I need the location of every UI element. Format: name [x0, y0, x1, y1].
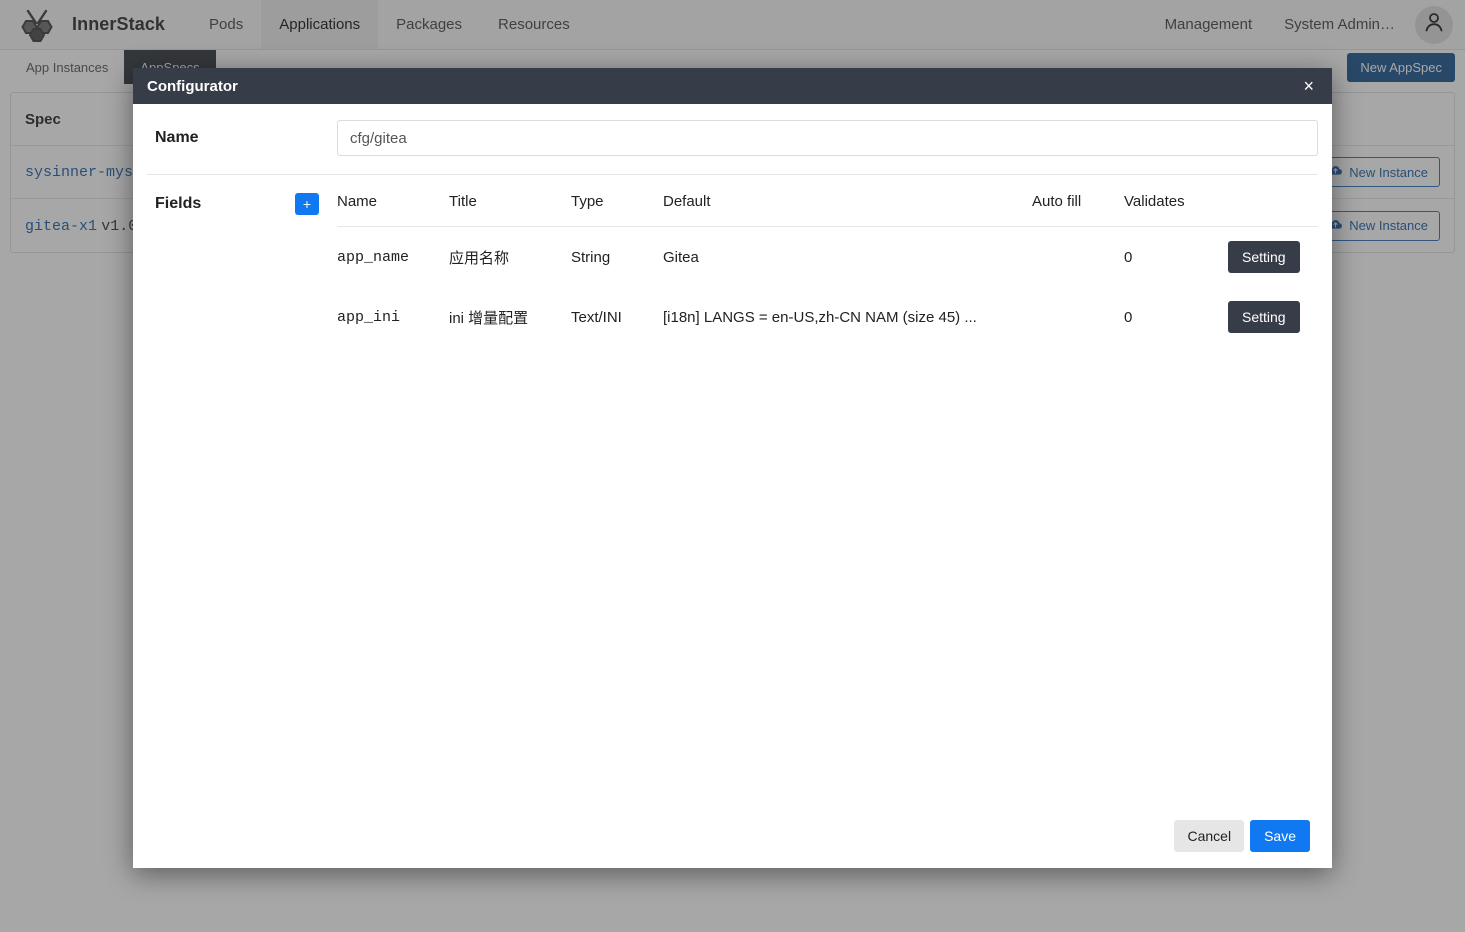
fields-section: Fields + Name Title Type Default Auto fi…	[147, 175, 1318, 347]
field-name: app_ini	[337, 308, 401, 326]
field-type: String	[571, 248, 611, 266]
column-header-name: Name	[337, 193, 449, 227]
fields-label-wrap: Fields +	[147, 193, 337, 215]
fields-table-body: app_name 应用名称 String Gitea 0 Setting app…	[337, 227, 1318, 348]
fields-table-head: Name Title Type Default Auto fill Valida…	[337, 193, 1318, 227]
column-header-type: Type	[571, 193, 663, 227]
name-input[interactable]	[337, 120, 1318, 156]
column-header-auto-fill: Auto fill	[1032, 193, 1124, 227]
field-default: Gitea	[663, 248, 699, 266]
field-auto-fill	[1032, 227, 1124, 288]
field-type: Text/INI	[571, 308, 622, 326]
table-row: app_name 应用名称 String Gitea 0 Setting	[337, 227, 1318, 288]
configurator-modal: Configurator × Name Fields + Name Title …	[133, 68, 1332, 868]
fields-table: Name Title Type Default Auto fill Valida…	[337, 193, 1318, 347]
add-field-button[interactable]: +	[295, 193, 319, 215]
save-button[interactable]: Save	[1250, 820, 1310, 852]
field-title: ini 增量配置	[449, 309, 529, 327]
field-name: app_name	[337, 248, 410, 266]
field-actions: Setting	[1228, 287, 1318, 347]
setting-button[interactable]: Setting	[1228, 301, 1300, 333]
name-form-row: Name	[147, 104, 1318, 175]
column-header-default: Default	[663, 193, 1032, 227]
cancel-button[interactable]: Cancel	[1174, 820, 1245, 852]
close-icon[interactable]: ×	[1299, 75, 1318, 97]
field-default: [i18n] LANGS = en-US,zh-CN NAM (size 45)…	[663, 308, 977, 326]
name-label: Name	[155, 129, 199, 146]
column-header-title: Title	[449, 193, 571, 227]
field-title: 应用名称	[449, 249, 510, 267]
field-actions: Setting	[1228, 227, 1318, 288]
modal-footer: Cancel Save	[133, 810, 1332, 868]
field-auto-fill	[1032, 287, 1124, 347]
column-header-actions	[1228, 193, 1318, 227]
setting-button[interactable]: Setting	[1228, 241, 1300, 273]
modal-header: Configurator ×	[133, 68, 1332, 104]
column-header-validates: Validates	[1124, 193, 1228, 227]
fields-table-header-row: Name Title Type Default Auto fill Valida…	[337, 193, 1318, 227]
fields-label: Fields	[155, 195, 202, 212]
field-validates: 0	[1124, 248, 1133, 266]
modal-body: Name Fields + Name Title Type Default Au…	[133, 104, 1332, 810]
table-row: app_ini ini 增量配置 Text/INI [i18n] LANGS =…	[337, 287, 1318, 347]
field-validates: 0	[1124, 308, 1133, 326]
modal-title: Configurator	[147, 77, 238, 95]
